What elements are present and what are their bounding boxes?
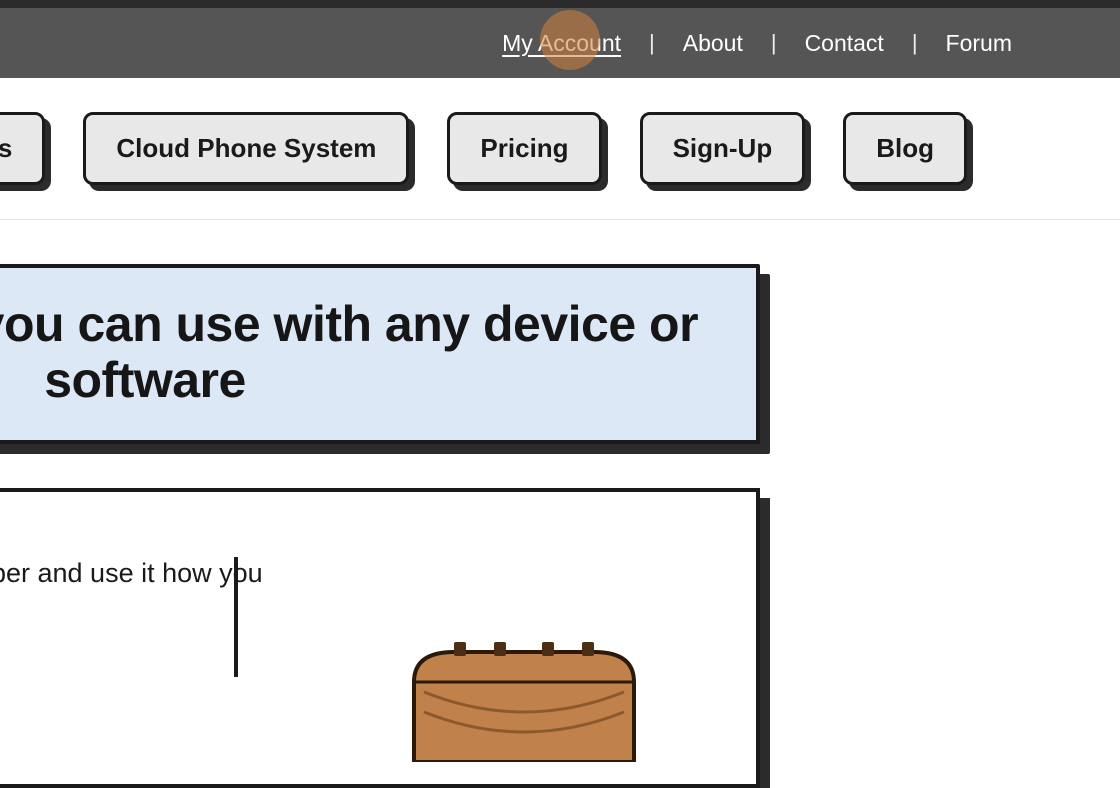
top-utility-nav: My Account | About | Contact | Forum bbox=[0, 8, 1120, 78]
nav-contact[interactable]: Contact bbox=[777, 30, 912, 57]
browser-chrome-strip bbox=[0, 0, 1120, 8]
nav-btn-cloud-phone-system[interactable]: Cloud Phone System bbox=[83, 112, 409, 185]
hero-title: Phone numbers you can use with any devic… bbox=[0, 296, 726, 408]
nav-my-account[interactable]: My Account bbox=[474, 30, 649, 57]
nav-about[interactable]: About bbox=[655, 30, 771, 57]
nav-forum[interactable]: Forum bbox=[918, 30, 1040, 57]
vertical-divider bbox=[234, 557, 238, 677]
nav-btn-pricing[interactable]: Pricing bbox=[447, 112, 601, 185]
main-nav: Phone Numbers Cloud Phone System Pricing… bbox=[0, 78, 1120, 220]
nav-btn-blog[interactable]: Blog bbox=[843, 112, 967, 185]
briefcase-illustration bbox=[394, 642, 654, 762]
hero-banner: Phone numbers you can use with any devic… bbox=[0, 264, 760, 444]
intro-panel: Our service is simple, get a number and … bbox=[0, 488, 760, 788]
nav-btn-sign-up[interactable]: Sign-Up bbox=[640, 112, 806, 185]
content-area: Phone numbers you can use with any devic… bbox=[0, 220, 1120, 788]
intro-text: Our service is simple, get a number and … bbox=[0, 554, 294, 632]
nav-btn-phone-numbers[interactable]: Phone Numbers bbox=[0, 112, 45, 185]
